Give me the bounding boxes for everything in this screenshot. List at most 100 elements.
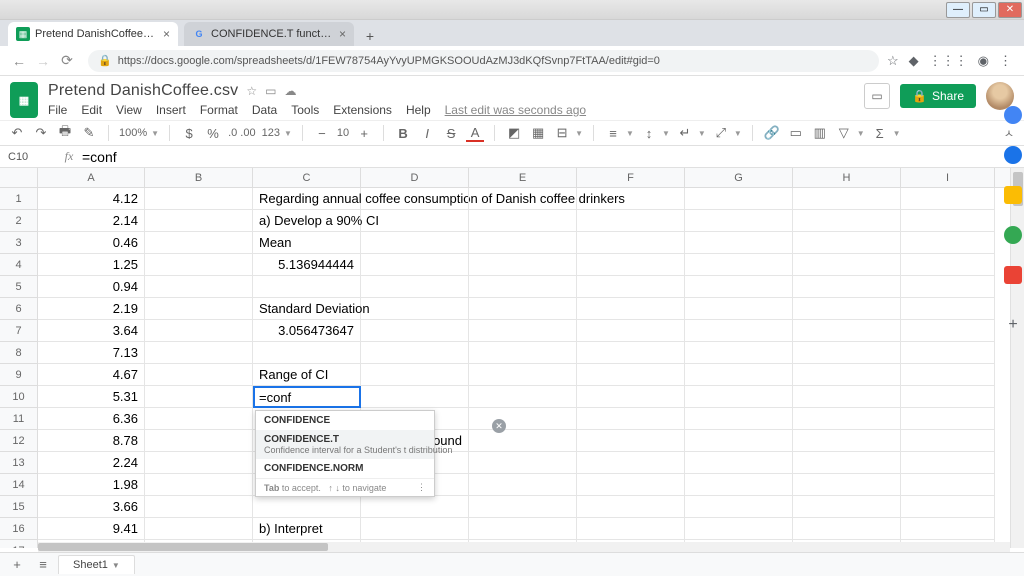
cell[interactable] (793, 320, 901, 342)
bold-button[interactable]: B (394, 124, 412, 142)
cell[interactable] (685, 364, 793, 386)
cell[interactable] (145, 298, 253, 320)
name-box[interactable]: C10 (0, 151, 60, 163)
menu-tools[interactable]: Tools (291, 103, 319, 117)
last-edit-link[interactable]: Last edit was seconds ago (445, 103, 586, 117)
column-header[interactable]: D (361, 168, 469, 187)
column-header[interactable]: E (469, 168, 577, 187)
column-header[interactable]: H (793, 168, 901, 187)
cell[interactable] (577, 320, 685, 342)
cell[interactable] (469, 496, 577, 518)
cell[interactable] (145, 430, 253, 452)
menu-format[interactable]: Format (200, 103, 238, 117)
cell[interactable]: 3.056473647 (253, 320, 361, 342)
cell[interactable] (361, 276, 469, 298)
cell[interactable] (793, 298, 901, 320)
cell[interactable] (685, 474, 793, 496)
cell[interactable] (685, 386, 793, 408)
cell[interactable] (793, 232, 901, 254)
column-header[interactable]: A (38, 168, 145, 187)
cell[interactable] (793, 276, 901, 298)
close-icon[interactable]: × (163, 27, 170, 41)
cell[interactable]: 5.31 (38, 386, 145, 408)
column-header[interactable]: B (145, 168, 253, 187)
cell[interactable] (361, 364, 469, 386)
cell[interactable] (901, 342, 995, 364)
row-header[interactable]: 7 (0, 320, 37, 342)
cell[interactable] (901, 518, 995, 540)
cell[interactable] (577, 386, 685, 408)
cell[interactable]: 1.98 (38, 474, 145, 496)
cell[interactable] (685, 496, 793, 518)
strikethrough-button[interactable]: S (442, 124, 460, 142)
cell[interactable]: 3.64 (38, 320, 145, 342)
row-header[interactable]: 6 (0, 298, 37, 320)
cell[interactable] (793, 188, 901, 210)
sheets-logo-icon[interactable]: ▦ (10, 82, 38, 118)
cell[interactable] (901, 254, 995, 276)
print-button[interactable]: 🖶 (56, 124, 74, 142)
cell[interactable] (145, 364, 253, 386)
cell[interactable] (793, 364, 901, 386)
cell[interactable] (253, 276, 361, 298)
row-header[interactable]: 17 (0, 540, 37, 548)
cell[interactable] (145, 452, 253, 474)
cell[interactable] (469, 474, 577, 496)
cell[interactable] (685, 320, 793, 342)
cell[interactable] (577, 408, 685, 430)
comment-button[interactable]: ▭ (787, 124, 805, 142)
cell[interactable] (469, 276, 577, 298)
star-icon[interactable]: ☆ (246, 84, 257, 98)
tasks-icon[interactable] (1004, 186, 1022, 204)
comments-button[interactable]: ▭ (864, 83, 890, 109)
cell[interactable] (901, 408, 995, 430)
row-header[interactable]: 2 (0, 210, 37, 232)
text-color-button[interactable]: A (466, 124, 484, 142)
reload-button[interactable]: ⟳ (56, 50, 78, 72)
cell[interactable] (685, 408, 793, 430)
cell[interactable] (793, 430, 901, 452)
cell[interactable]: 6.36 (38, 408, 145, 430)
calendar-icon[interactable] (1004, 106, 1022, 124)
cell[interactable] (577, 188, 685, 210)
cell[interactable] (577, 210, 685, 232)
cell[interactable] (793, 518, 901, 540)
row-header[interactable]: 16 (0, 518, 37, 540)
row-headers[interactable]: 12345678910111213141516171819 (0, 188, 38, 548)
keep-icon[interactable] (1004, 146, 1022, 164)
cell[interactable] (685, 430, 793, 452)
filter-button[interactable]: ▽ (835, 124, 853, 142)
cell[interactable] (469, 518, 577, 540)
row-header[interactable]: 1 (0, 188, 37, 210)
currency-button[interactable]: $ (180, 124, 198, 142)
row-header[interactable]: 8 (0, 342, 37, 364)
row-header[interactable]: 3 (0, 232, 37, 254)
chevron-down-icon[interactable]: ▼ (112, 561, 120, 570)
window-maximize-button[interactable]: ▭ (972, 2, 996, 18)
cell[interactable] (577, 474, 685, 496)
row-header[interactable]: 4 (0, 254, 37, 276)
cell[interactable] (145, 320, 253, 342)
row-header[interactable]: 13 (0, 452, 37, 474)
menu-extensions[interactable]: Extensions (333, 103, 392, 117)
cell[interactable] (793, 386, 901, 408)
apps-icon[interactable]: ⋮⋮⋮ (929, 53, 968, 69)
cell[interactable] (901, 430, 995, 452)
column-header[interactable]: I (901, 168, 995, 187)
cell[interactable] (577, 298, 685, 320)
cell[interactable] (361, 232, 469, 254)
cell[interactable] (469, 254, 577, 276)
row-header[interactable]: 12 (0, 430, 37, 452)
sheet-tab[interactable]: Sheet1 ▼ (58, 555, 135, 574)
cell[interactable] (361, 386, 469, 408)
font-size-decrease[interactable]: − (313, 124, 331, 142)
cell[interactable] (685, 342, 793, 364)
select-all-corner[interactable] (0, 168, 38, 188)
cell[interactable] (793, 496, 901, 518)
address-bar[interactable]: 🔒 https://docs.google.com/spreadsheets/d… (88, 50, 879, 72)
valign-button[interactable]: ↕ (640, 124, 658, 142)
cell[interactable]: 4.12 (38, 188, 145, 210)
chart-button[interactable]: ▥ (811, 124, 829, 142)
autocomplete-item[interactable]: CONFIDENCE (256, 411, 434, 430)
row-header[interactable]: 11 (0, 408, 37, 430)
